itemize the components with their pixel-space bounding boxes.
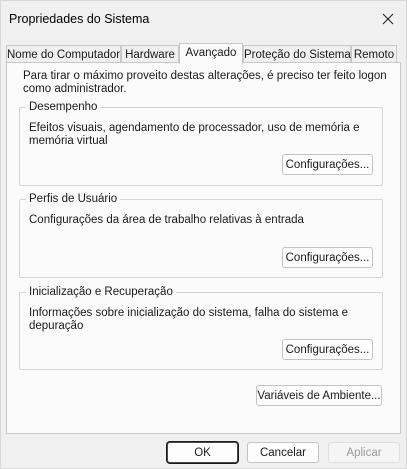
ok-button[interactable]: OK bbox=[167, 442, 238, 463]
tab-advanced[interactable]: Avançado bbox=[179, 43, 243, 64]
close-icon bbox=[382, 13, 394, 25]
system-properties-window: Propriedades do Sistema Nome do Computad… bbox=[0, 0, 407, 469]
user-profiles-settings-button[interactable]: Configurações... bbox=[282, 247, 373, 268]
cancel-button[interactable]: Cancelar bbox=[247, 442, 319, 463]
startup-recovery-group: Inicialização e Recuperação Informações … bbox=[19, 285, 383, 370]
user-profiles-description: Configurações da área de trabalho relati… bbox=[29, 214, 304, 226]
performance-group-title: Desempenho bbox=[26, 100, 101, 114]
tab-computer-name[interactable]: Nome do Computador bbox=[6, 45, 121, 63]
performance-group: Desempenho Efeitos visuais, agendamento … bbox=[19, 100, 383, 186]
startup-recovery-group-title: Inicialização e Recuperação bbox=[26, 285, 176, 299]
performance-description: Efeitos visuais, agendamento de processa… bbox=[29, 122, 360, 147]
tab-hardware[interactable]: Hardware bbox=[121, 45, 179, 63]
startup-recovery-description: Informações sobre inicialização do siste… bbox=[29, 307, 348, 332]
user-profiles-group-title: Perfis de Usuário bbox=[26, 192, 121, 206]
close-button[interactable] bbox=[376, 7, 400, 31]
apply-button[interactable]: Aplicar bbox=[328, 442, 400, 463]
environment-variables-button[interactable]: Variáveis de Ambiente... bbox=[256, 385, 382, 406]
tab-remote[interactable]: Remoto bbox=[351, 45, 397, 63]
tab-system-protection[interactable]: Proteção do Sistema bbox=[243, 45, 351, 63]
user-profiles-group: Perfis de Usuário Configurações da área … bbox=[19, 192, 383, 278]
startup-recovery-settings-button[interactable]: Configurações... bbox=[282, 339, 373, 360]
advanced-tab-panel: Para tirar o máximo proveito destas alte… bbox=[6, 62, 401, 434]
title-bar: Propriedades do Sistema bbox=[1, 1, 406, 37]
tab-strip: Nome do Computador Hardware Avançado Pro… bbox=[6, 43, 401, 64]
performance-settings-button[interactable]: Configurações... bbox=[282, 154, 373, 175]
window-title: Propriedades do Sistema bbox=[9, 12, 150, 26]
admin-notice: Para tirar o máximo proveito destas alte… bbox=[23, 70, 387, 95]
